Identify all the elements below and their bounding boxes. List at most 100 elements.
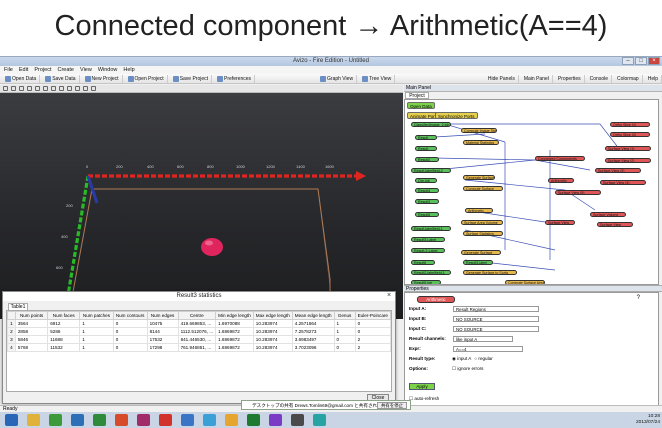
column-header[interactable]: Genus (333, 311, 356, 320)
display-node[interactable]: Surface View (545, 220, 575, 225)
home-view-icon[interactable] (35, 86, 40, 91)
powerpoint-icon[interactable] (115, 414, 128, 426)
input-a-select[interactable]: Result Regions (453, 306, 539, 312)
display-node[interactable]: Surface View (5) (555, 190, 601, 195)
compute-node[interactable]: Surface Statistics (463, 231, 503, 236)
compute-node[interactable]: Arithmetic (465, 208, 493, 213)
data-node[interactable]: ClassifiedImage_2.lob (411, 122, 451, 127)
data-node[interactable]: Result2 (415, 157, 439, 162)
properties-button[interactable]: Properties (555, 75, 585, 83)
terminal-icon[interactable] (291, 414, 304, 426)
axis-x-view-icon[interactable] (67, 86, 72, 91)
column-header[interactable]: Num edges (146, 311, 179, 320)
3d-viewer[interactable]: 0 200 400 600 800 1000 1200 1400 1600 20… (0, 93, 403, 319)
display-node[interactable]: Surface View (3) (595, 168, 641, 173)
new-project-button[interactable]: New Project (82, 74, 123, 83)
data-node[interactable]: Result (415, 146, 437, 151)
colormap-button[interactable]: Colormap (614, 75, 643, 83)
data-node[interactable]: Result-labelfield-1 (411, 226, 451, 231)
dialog-close-icon[interactable]: × (384, 292, 394, 300)
display-node[interactable]: Ortho Slice (1) (610, 122, 650, 127)
view-all-icon[interactable] (51, 86, 56, 91)
data-node[interactable]: Result3-label (463, 260, 493, 265)
graph-view-button[interactable]: Graph View (317, 74, 358, 83)
data-node[interactable]: Result (415, 135, 437, 140)
preferences-button[interactable]: Preferences (214, 74, 256, 83)
project-graph-view[interactable]: Open Data Animate Ports Synchronize Port… (404, 99, 659, 285)
pointer-tool-icon[interactable] (3, 86, 8, 91)
display-node[interactable]: Surface View (4) (600, 180, 646, 185)
column-header[interactable]: Euler-Poincare (354, 311, 392, 320)
chrome-icon[interactable] (49, 414, 62, 426)
skype-icon[interactable] (203, 414, 216, 426)
console-button[interactable]: Console (587, 75, 613, 83)
compute-node[interactable]: Surface Area Volume (461, 220, 503, 225)
ie-icon[interactable] (5, 414, 18, 426)
compute-node[interactable]: Generate Surface (463, 175, 495, 180)
radio-input-a[interactable]: ◉ input A (452, 355, 471, 363)
input-b-select[interactable]: NO SOURCE (453, 316, 539, 322)
system-tray-clock[interactable]: 10:28 2013/07/24 (636, 414, 660, 426)
selected-component-sphere[interactable] (201, 238, 223, 256)
auto-refresh-checkbox[interactable]: ☐ auto-refresh (409, 395, 439, 403)
display-node[interactable]: Surface View (597, 222, 633, 227)
result-channels-select[interactable]: like input A (453, 336, 513, 342)
folder-icon[interactable] (225, 414, 238, 426)
main-panel-button[interactable]: Main Panel (521, 75, 553, 83)
column-header[interactable]: Num points (14, 311, 49, 320)
outlook-icon[interactable] (181, 414, 194, 426)
data-node[interactable]: Result4 (415, 188, 439, 193)
menu-help[interactable]: Help (123, 66, 134, 74)
data-node[interactable]: Result3-Label (411, 237, 445, 242)
column-header[interactable] (7, 311, 16, 320)
hide-panels-button[interactable]: Hide Panels (485, 75, 519, 83)
axis-z-view-icon[interactable] (83, 86, 88, 91)
column-header[interactable]: Min edge length (215, 311, 254, 320)
expr-input[interactable]: A==4 (453, 346, 523, 352)
menu-project[interactable]: Project (34, 66, 51, 74)
onenote-icon[interactable] (137, 414, 150, 426)
menu-view[interactable]: View (80, 66, 92, 74)
connected-components-node[interactable]: Connected Components (535, 156, 585, 161)
help-button[interactable]: Help (645, 75, 662, 83)
explorer-icon[interactable] (27, 414, 40, 426)
menu-create[interactable]: Create (57, 66, 74, 74)
input-c-select[interactable]: NO SOURCE (453, 326, 539, 332)
compute-node[interactable]: Compute Surface (463, 186, 503, 191)
menu-edit[interactable]: Edit (19, 66, 28, 74)
data-node[interactable]: Ore.lob (415, 178, 437, 183)
tab-project-view[interactable]: Project View (405, 92, 429, 105)
set-home-icon[interactable] (43, 86, 48, 91)
display-node[interactable]: Surface Volume (590, 212, 626, 217)
open-project-button[interactable]: Open Project (125, 74, 168, 83)
excel-icon[interactable] (93, 414, 106, 426)
app-icon[interactable] (313, 414, 326, 426)
selected-node-badge[interactable]: Arithmetic (417, 296, 455, 303)
help-icon[interactable]: ? (637, 295, 640, 301)
pan-tool-icon[interactable] (19, 86, 24, 91)
column-header[interactable]: Num patches (79, 311, 114, 320)
acrobat-icon[interactable] (159, 414, 172, 426)
save-data-button[interactable]: Save Data (42, 74, 80, 83)
table-row[interactable]: 4 5768 11532 1 0 17298 761.946851, ... 1… (7, 343, 392, 352)
apply-button[interactable]: Apply (409, 383, 435, 390)
table-row[interactable]: 3 5846 11688 1 0 17532 841.446530, ... 1… (7, 335, 392, 344)
data-node[interactable]: Result6 (411, 260, 435, 265)
column-header[interactable]: Max edge length (252, 311, 293, 320)
compute-node[interactable]: Generate Surface to Surfa (463, 270, 517, 275)
spreadsheet-icon[interactable] (247, 414, 260, 426)
column-header[interactable]: Mean edge length (291, 311, 335, 320)
snapshot-icon[interactable] (91, 86, 96, 91)
display-node[interactable]: Surface View (1) (605, 146, 651, 151)
compute-node[interactable]: Compute Image Stats (461, 128, 497, 133)
menu-window[interactable]: Window (98, 66, 118, 74)
display-node[interactable]: Surface View (2) (605, 158, 651, 163)
data-node[interactable]: Result3 (415, 199, 439, 204)
tab-table1[interactable]: Table1 (8, 303, 28, 310)
close-window-button[interactable]: × (648, 57, 660, 65)
data-node[interactable]: Result2-labelfield-1 (411, 270, 451, 275)
save-project-button[interactable]: Save Project (170, 74, 213, 83)
open-data-button[interactable]: Open Data (2, 74, 41, 83)
column-header[interactable]: Centre (177, 311, 217, 320)
stop-sharing-button[interactable]: 共有を停止 (377, 402, 407, 409)
